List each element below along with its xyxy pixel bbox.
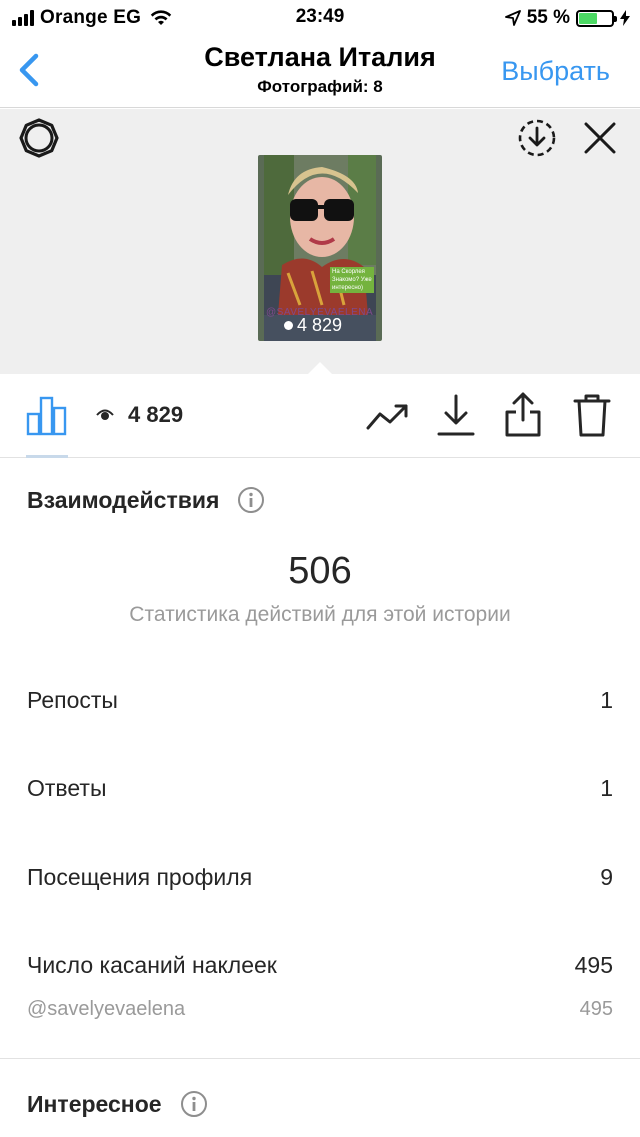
interactions-header: Взаимодействия: [27, 486, 265, 514]
select-button[interactable]: Выбрать: [501, 56, 610, 87]
metric-label: Число касаний наклеек: [27, 952, 277, 978]
metric-row-replies: Ответы 1: [27, 775, 613, 802]
info-icon[interactable]: [237, 486, 265, 514]
location-arrow-icon: [504, 10, 521, 26]
metric-value: 9: [600, 864, 613, 890]
insights-tab-indicator: [26, 455, 68, 458]
section-divider: [0, 1058, 640, 1059]
metric-label: Посещения профиля: [27, 864, 253, 890]
story-preview-area: На Скорлея Знакомо? Уже интересно) @SAVE…: [0, 109, 640, 376]
battery-percent: 55 %: [526, 7, 570, 28]
story-action-row: 4 829: [0, 374, 640, 458]
story-view-count-value: 4 829: [297, 315, 343, 335]
story-thumbnail[interactable]: На Скорлея Знакомо? Уже интересно) @SAVE…: [258, 155, 382, 341]
metric-value: 1: [600, 775, 613, 801]
metric-sub-value: 495: [579, 998, 613, 1020]
navigation-bar: Светлана Италия Фотографий: 8 Выбрать: [0, 36, 640, 108]
close-icon[interactable]: [581, 119, 619, 157]
views-count: 4 829: [128, 402, 184, 427]
metric-label: Ответы: [27, 775, 107, 801]
interactions-title: Взаимодействия: [27, 486, 220, 513]
download-icon[interactable]: [436, 392, 476, 438]
share-icon[interactable]: [502, 390, 544, 438]
status-bar: Orange EG 23:49 55 %: [0, 0, 640, 36]
download-circle-icon[interactable]: [516, 117, 558, 159]
metric-label: Репосты: [27, 687, 118, 713]
charging-bolt-icon: [620, 10, 630, 26]
metric-value: 1: [600, 687, 613, 713]
settings-icon[interactable]: [18, 117, 60, 159]
bar-chart-icon[interactable]: [26, 394, 68, 436]
discovery-header: Интересное: [27, 1090, 208, 1118]
info-icon[interactable]: [180, 1090, 208, 1118]
metric-row-reposts: Репосты 1: [27, 687, 613, 714]
trash-icon[interactable]: [572, 392, 612, 438]
metric-row-sticker-taps: Число касаний наклеек 495: [27, 952, 613, 979]
discovery-title: Интересное: [27, 1090, 162, 1117]
metric-row-profile-visits: Посещения профиля 9: [27, 864, 613, 891]
metric-sub-label: @savelyevaelena: [27, 998, 186, 1020]
interactions-total: 506: [288, 550, 352, 592]
view-dot-icon: [284, 321, 293, 330]
story-view-count: 4 829: [284, 315, 342, 336]
views-summary: 4 829: [96, 402, 183, 428]
status-right: 55 %: [504, 6, 630, 30]
battery-fill: [579, 12, 597, 24]
question-sticker: На Скорлея Знакомо? Уже интересно): [330, 267, 374, 293]
trend-icon[interactable]: [366, 396, 410, 436]
battery-icon: [576, 9, 617, 27]
metric-value: 495: [574, 952, 613, 978]
metric-subrow-mention: @savelyevaelena 495: [27, 998, 613, 1021]
eye-icon: [96, 409, 114, 420]
interactions-caption: Статистика действий для этой истории: [129, 603, 511, 626]
